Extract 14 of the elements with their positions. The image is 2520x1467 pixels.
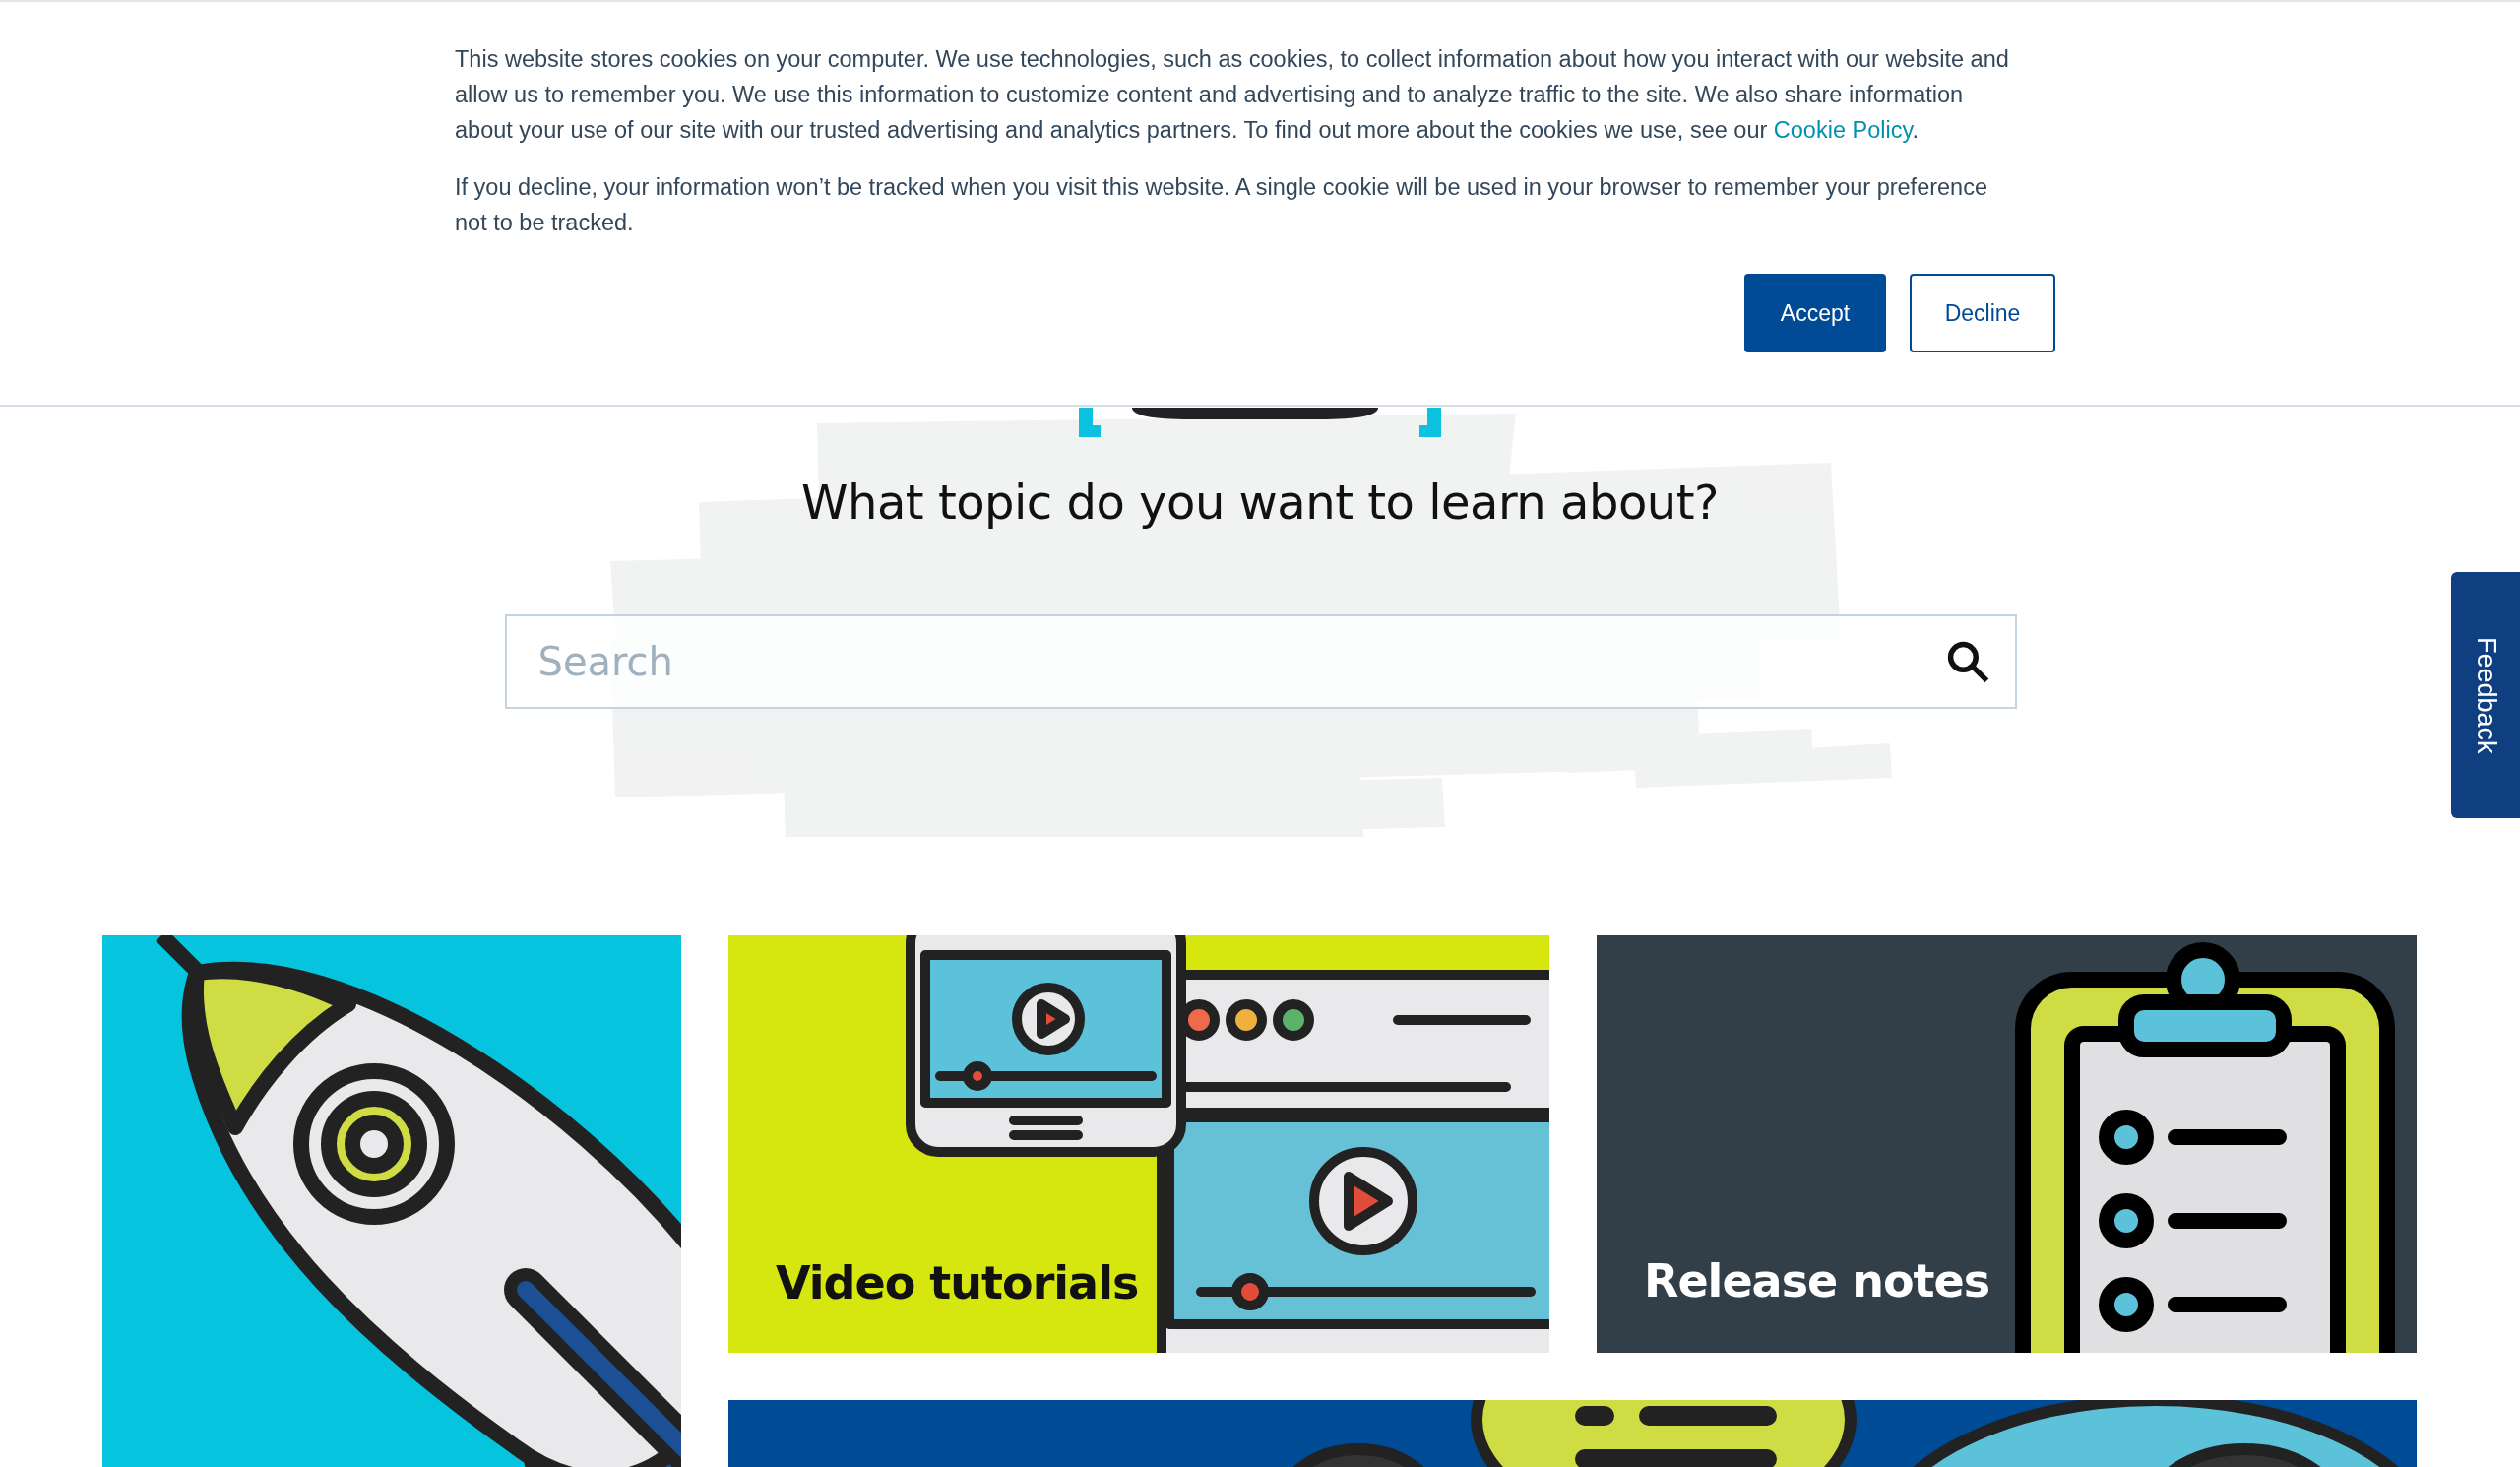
- accept-button[interactable]: Accept: [1744, 274, 1886, 352]
- cookie-notice-text: This website stores cookies on your computer. We use technologies, such as cookies, to collect information about how you interact with our website and allow us to remember you. We use this information to customize content and advertising and to analyze traffic to the site. We also share information about your use of our site with our trusted advertising and analytics partners. To find out more about the cookies we use, see our Cookie Policy.: [455, 45, 2010, 145]
- decline-button[interactable]: Decline: [1910, 274, 2055, 352]
- cookie-notice-text: If you decline, your information won’t be tracked when you visit this website. A single cookie will be used in your browser to remember your preference not to be tracked.: [455, 173, 1988, 237]
- search-icon[interactable]: [1945, 640, 1989, 683]
- page-heading: What topic do you want to learn about?: [801, 475, 1719, 530]
- topic-card[interactable]: Video tutorials: [728, 935, 1549, 1353]
- chat-bubbles-illustration-card[interactable]: [728, 1400, 2417, 1467]
- rocket-illustration-card[interactable]: [102, 935, 681, 1467]
- search-field[interactable]: Search: [504, 614, 2017, 709]
- topic-card[interactable]: Release notes: [1597, 935, 2417, 1353]
- feedback-tab[interactable]: Feedback: [2451, 572, 2520, 818]
- card-title: Release notes: [1644, 1254, 1990, 1308]
- cookie-policy-link[interactable]: Cookie Policy: [1773, 117, 1913, 143]
